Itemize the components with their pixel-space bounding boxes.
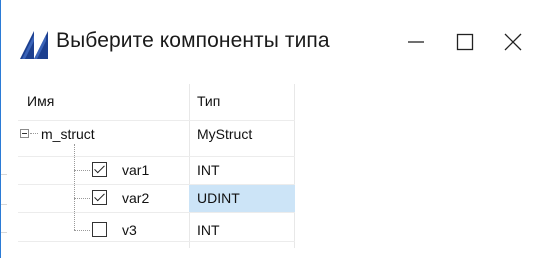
collapse-toggle[interactable] — [20, 129, 29, 138]
row-divider — [18, 212, 295, 213]
tree-connector — [74, 170, 90, 171]
gutter-tick — [1, 174, 7, 175]
tree-item-var2-name[interactable]: var2 — [122, 190, 149, 206]
minimize-icon — [407, 33, 425, 51]
row-divider — [18, 241, 295, 242]
row-divider — [18, 120, 295, 121]
column-separator-right — [294, 84, 295, 248]
minimize-button[interactable] — [399, 25, 433, 59]
checkbox-v3[interactable] — [92, 222, 107, 237]
tree-item-root-type: MyStruct — [197, 126, 253, 142]
tree-item-var1-type: INT — [197, 162, 220, 178]
maximize-icon — [456, 33, 474, 51]
tree-item-v3-type: INT — [197, 222, 220, 238]
tree-item-var1-name[interactable]: var1 — [122, 162, 149, 178]
gutter-tick — [1, 232, 7, 233]
row-divider — [18, 156, 295, 157]
checkbox-var1[interactable] — [92, 162, 107, 177]
tree-connector — [74, 144, 75, 230]
checkbox-var2[interactable] — [92, 190, 107, 205]
close-icon — [504, 33, 522, 51]
gutter-tick — [1, 204, 7, 205]
tree-connector — [74, 198, 90, 199]
tree-item-root-name[interactable]: m_struct — [41, 126, 95, 142]
maximize-button[interactable] — [448, 25, 482, 59]
dialog-window: Выберите компоненты типа Имя Тип m_struc… — [0, 0, 542, 258]
title-bar[interactable]: Выберите компоненты типа — [1, 0, 542, 80]
column-header-name[interactable]: Имя — [27, 93, 54, 109]
app-logo-icon — [20, 31, 48, 59]
tree-connector — [30, 133, 38, 134]
tree-connector — [74, 230, 90, 231]
column-separator — [189, 84, 190, 248]
tree-item-v3-name[interactable]: v3 — [122, 222, 137, 238]
window-title: Выберите компоненты типа — [56, 29, 330, 52]
tree-item-var2-type: UDINT — [197, 190, 240, 206]
close-button[interactable] — [496, 25, 530, 59]
component-tree[interactable]: Имя Тип m_struct MyStruct var1 INT var2 … — [18, 84, 295, 258]
column-header-type[interactable]: Тип — [197, 93, 220, 109]
